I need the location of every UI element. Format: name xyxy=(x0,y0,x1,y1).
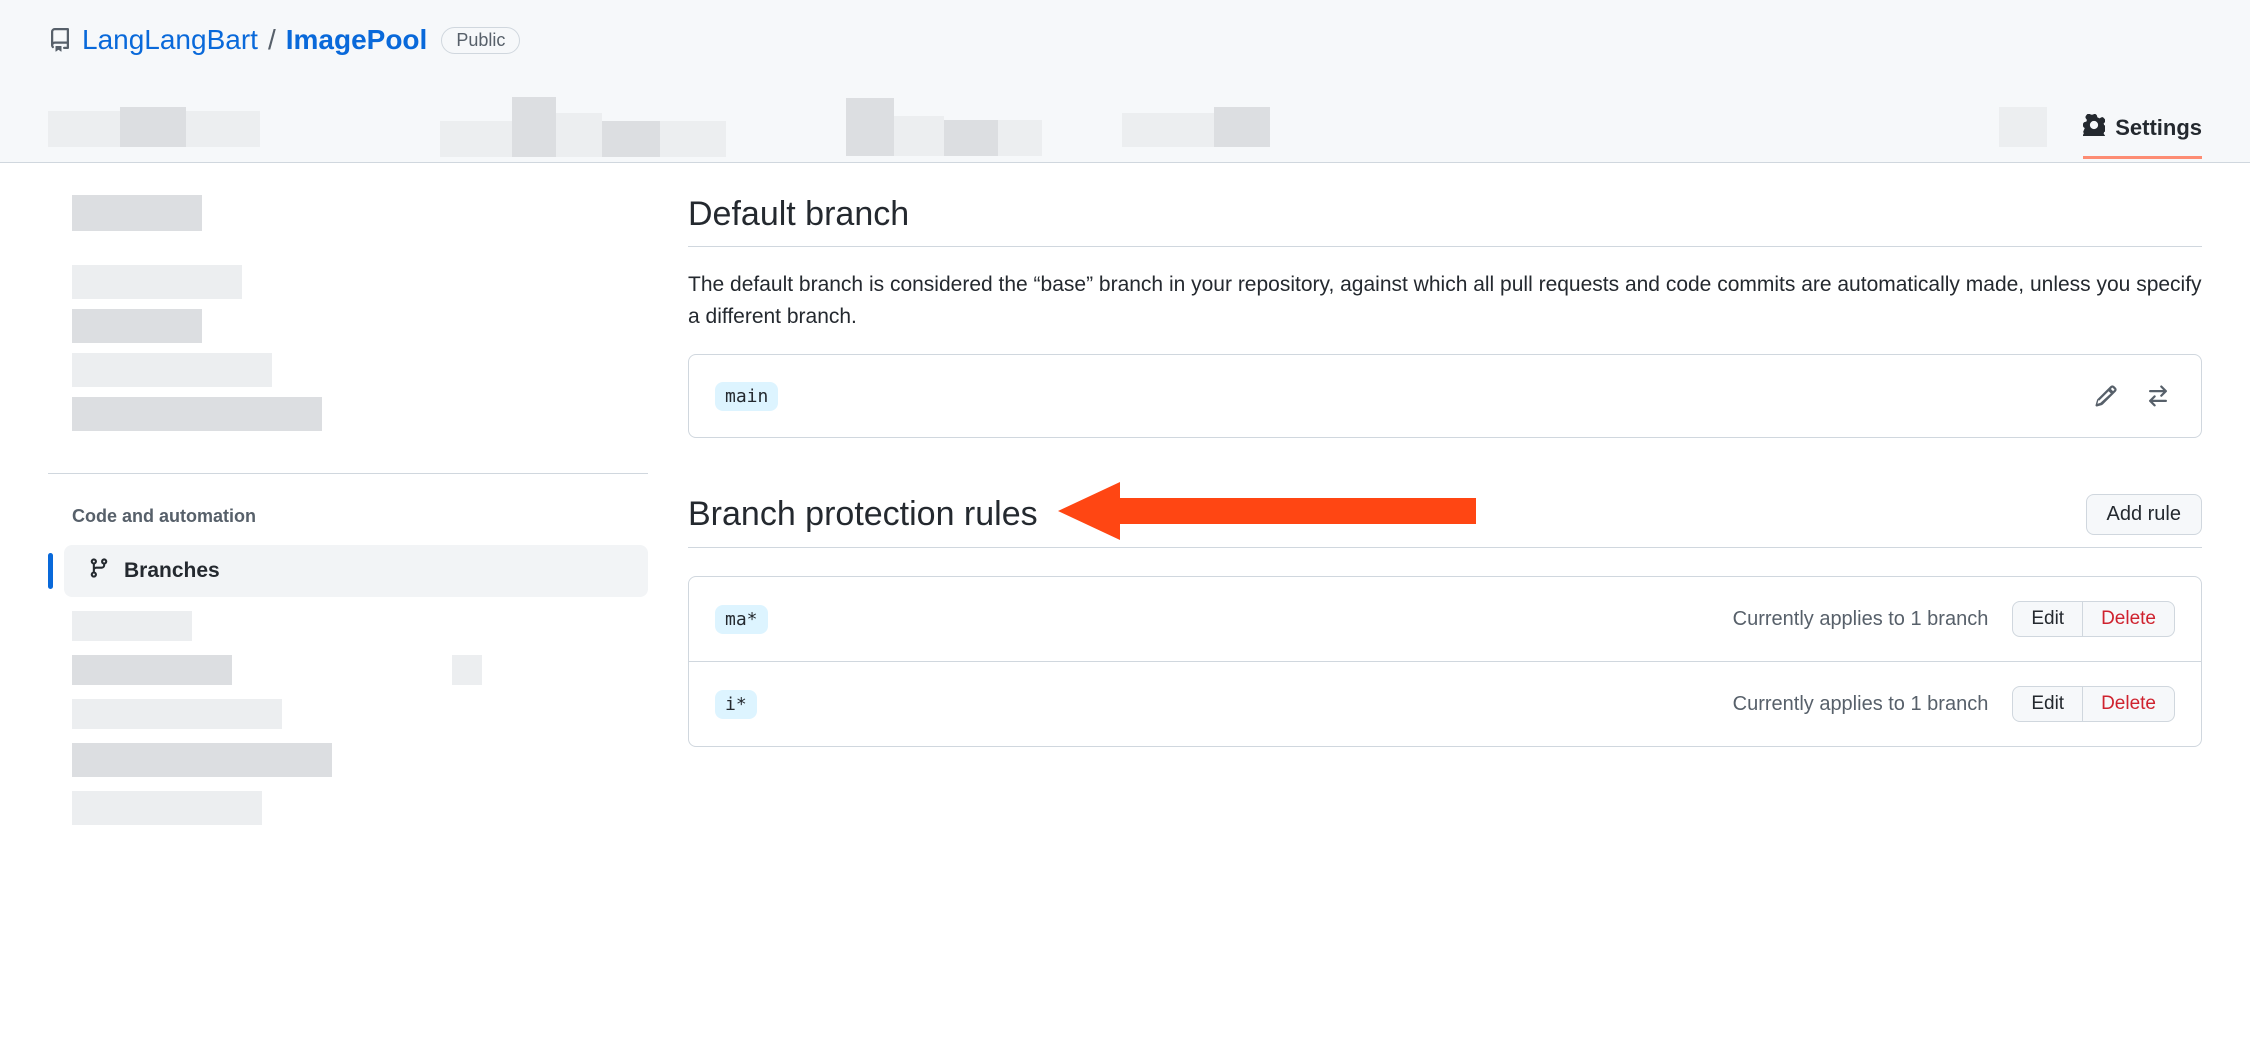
sidebar-group-title: Code and automation xyxy=(48,498,648,545)
repo-tabs: Settings xyxy=(48,92,2202,162)
protection-rules-list: ma* Currently applies to 1 branch Edit D… xyxy=(688,576,2202,747)
gear-icon xyxy=(2083,114,2105,142)
breadcrumb-owner-link[interactable]: LangLangBart xyxy=(82,24,258,56)
arrow-switch-icon xyxy=(2146,384,2170,408)
switch-default-branch-button[interactable] xyxy=(2141,379,2175,413)
add-rule-button[interactable]: Add rule xyxy=(2086,494,2203,535)
sidebar-item-branches[interactable]: Branches xyxy=(64,545,648,597)
protection-rule-row: i* Currently applies to 1 branch Edit De… xyxy=(689,661,2201,746)
default-branch-box: main xyxy=(688,354,2202,438)
git-branch-icon xyxy=(88,557,110,585)
edit-rule-button[interactable]: Edit xyxy=(2012,601,2083,637)
pencil-icon xyxy=(2094,384,2118,408)
rule-pattern: i* xyxy=(715,690,757,719)
default-branch-heading: Default branch xyxy=(688,195,2202,247)
settings-sidebar: Code and automation Branches xyxy=(48,195,648,839)
rule-pattern: ma* xyxy=(715,605,768,634)
edit-rule-button[interactable]: Edit xyxy=(2012,686,2083,722)
tab-settings-label: Settings xyxy=(2115,115,2202,141)
protection-rules-heading: Branch protection rules xyxy=(688,495,1038,534)
delete-rule-button[interactable]: Delete xyxy=(2082,601,2175,637)
tab-settings[interactable]: Settings xyxy=(2083,96,2202,159)
sidebar-item-label: Branches xyxy=(124,559,220,583)
protection-rule-row: ma* Currently applies to 1 branch Edit D… xyxy=(689,577,2201,661)
rule-applies-text: Currently applies to 1 branch xyxy=(1733,693,1989,716)
main-content: Default branch The default branch is con… xyxy=(688,195,2202,747)
delete-rule-button[interactable]: Delete xyxy=(2082,686,2175,722)
breadcrumb-separator: / xyxy=(268,24,276,56)
breadcrumb: LangLangBart / ImagePool Public xyxy=(48,24,2202,56)
breadcrumb-repo-link[interactable]: ImagePool xyxy=(286,24,428,56)
rename-branch-button[interactable] xyxy=(2089,379,2123,413)
default-branch-name: main xyxy=(715,382,778,411)
repo-header: LangLangBart / ImagePool Public xyxy=(0,0,2250,163)
default-branch-description: The default branch is considered the “ba… xyxy=(688,269,2202,332)
repo-icon xyxy=(48,28,72,52)
rule-applies-text: Currently applies to 1 branch xyxy=(1733,608,1989,631)
visibility-badge: Public xyxy=(441,27,520,54)
